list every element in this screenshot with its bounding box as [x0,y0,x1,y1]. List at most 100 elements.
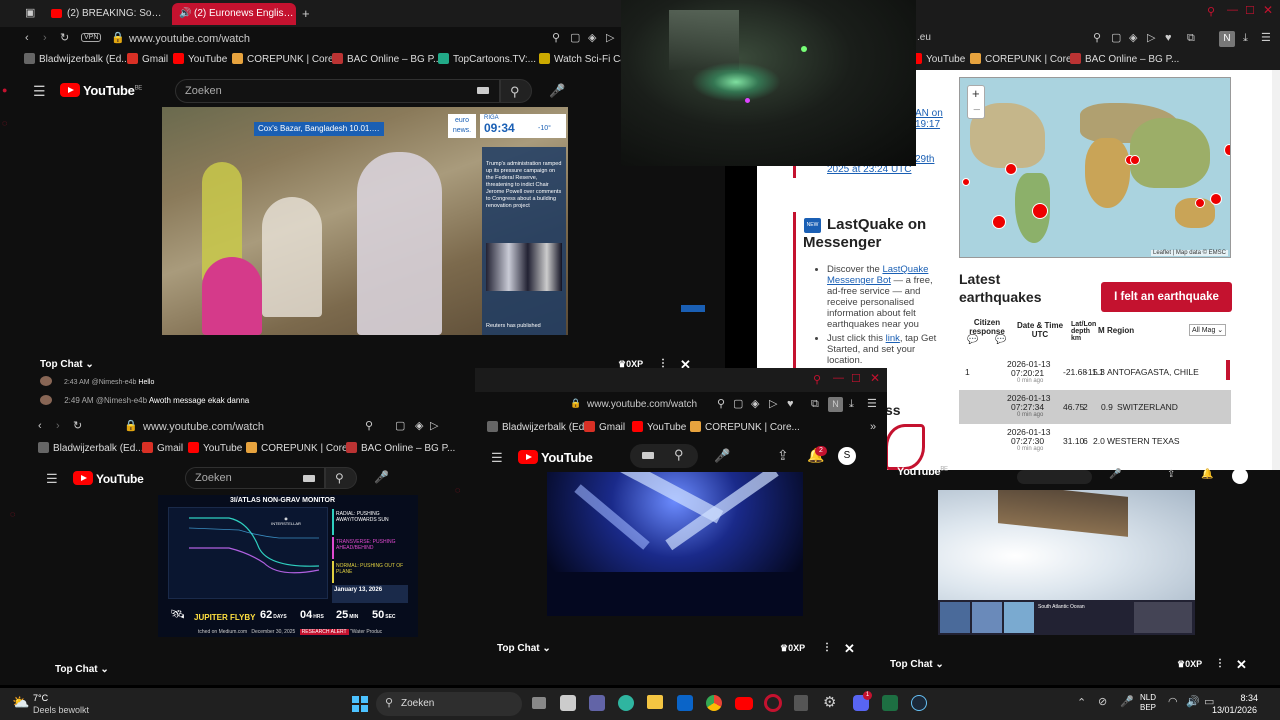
close-window-icon[interactable]: ✕ [870,371,880,385]
mic-icon[interactable]: 🎤 [1109,470,1121,480]
weather-temp[interactable]: 7°C [33,693,48,703]
edge-sidebar-icon[interactable]: ● [2,85,7,95]
quake-marker[interactable] [1195,198,1205,208]
search-icon[interactable]: ⚲ [813,373,821,386]
earthquake-map[interactable]: + − Leaflet | Map data © EMSC [959,77,1231,258]
messenger-link[interactable]: link [886,333,900,344]
minimize-icon[interactable]: — [833,372,844,384]
youtube-app-icon[interactable] [735,697,753,710]
tab-euronews[interactable]: 🔊 (2) Euronews English L [172,3,296,25]
floating-video[interactable] [621,0,916,166]
back-icon[interactable]: ‹ [38,421,42,432]
more-icon[interactable]: ⋮ [822,642,832,653]
reload-icon[interactable]: ↻ [73,421,82,432]
bookmark-bac[interactable]: BAC Online – BG P... [332,52,441,68]
bookmark-youtube[interactable]: YouTube [632,420,686,436]
video-player[interactable] [547,472,803,616]
edge-sidebar-icon[interactable]: ◌ [2,118,7,128]
search-button[interactable]: ⚲ [500,79,532,103]
video-player[interactable]: Cox's Bazar, Bangladesh 10.01.2026 euro … [162,107,568,335]
forward-icon[interactable]: › [56,421,60,432]
play-icon[interactable]: ▷ [606,33,614,44]
bookmark-youtube[interactable]: YouTube [173,52,227,68]
bookmark-bac[interactable]: BAC Online – BG P... [346,441,455,457]
extensions-icon[interactable]: ⧉ [811,399,819,410]
zoom-in-icon[interactable]: + [972,86,980,101]
task-view-icon[interactable] [532,697,546,709]
window-icon[interactable]: ▣ [25,8,35,19]
close-window-icon[interactable]: ✕ [1263,3,1273,17]
back-icon[interactable]: ‹ [25,33,29,44]
bookmark-corepunk[interactable]: COREPUNK | Core... [232,52,342,68]
bookmark-youtube[interactable]: YouTube [911,52,965,68]
quake-row[interactable]: 2026-01-13 07:27:34 0 min ago 46.75 2 0.… [959,390,1231,424]
calculator-icon[interactable] [794,695,808,711]
shield-icon[interactable]: ◈ [588,33,596,44]
download-icon[interactable]: ⤓ [849,399,854,410]
pin-icon[interactable]: ⚲ [717,399,725,410]
shield-icon[interactable]: ◈ [415,421,423,432]
pin-icon[interactable]: ⚲ [1093,33,1101,44]
weather-desc[interactable]: Deels bewolkt [33,705,89,715]
url-text[interactable]: www.youtube.com/watch [143,421,264,433]
bookmark-corepunk[interactable]: COREPUNK | Core... [970,52,1080,68]
vpn-badge[interactable]: VPN [81,33,102,42]
partial-link[interactable]: AN on [915,108,943,119]
menu-icon[interactable]: ☰ [1261,33,1271,44]
heart-icon[interactable]: ♥ [787,399,794,410]
screenshot-icon[interactable]: ▢ [395,421,405,432]
reload-icon[interactable]: ↻ [60,33,69,44]
quake-row[interactable]: 2026-01-13 07:27:30 0 min ago 31.10 6 2.… [959,424,1231,458]
store-icon[interactable] [560,695,576,711]
volume-icon[interactable]: 🔊 [1186,697,1200,708]
partial-link[interactable]: 19:17 [915,119,940,130]
close-chat-icon[interactable]: ✕ [844,641,855,657]
xp-badge[interactable]: ♛0XP [780,643,805,654]
shield-icon[interactable]: ◈ [1129,33,1137,44]
edge-icon[interactable] [618,695,634,711]
scroll-track[interactable] [1272,70,1280,470]
top-chat-selector[interactable]: Top Chat ⌄ [55,664,109,675]
more-icon[interactable]: ⋮ [1215,658,1225,669]
opera-gx-icon[interactable] [764,694,782,712]
new-tab-icon[interactable]: + [302,7,310,20]
top-chat-selector[interactable]: Top Chat ⌄ [40,359,94,370]
quake-marker[interactable] [992,215,1006,229]
wifi-icon[interactable]: ◠ [1168,697,1178,708]
folder-icon[interactable] [647,695,663,709]
pin-icon[interactable]: ⚲ [552,33,560,44]
settings-icon[interactable]: ⚙ [823,693,836,711]
share-icon[interactable]: ⇪ [1167,470,1175,480]
keyboard-icon[interactable] [477,87,489,94]
play-icon[interactable]: ▷ [1147,33,1155,44]
edge-sidebar-icon[interactable]: ◌ [10,509,15,519]
windows-start-icon[interactable] [352,696,368,712]
outlook-icon[interactable] [677,695,693,711]
bookmark-folder[interactable]: Bladwijzerbalk (Ed... [24,52,130,68]
excel-icon[interactable] [882,695,898,711]
chrome-icon[interactable] [706,695,722,711]
quake-marker[interactable] [1130,155,1140,165]
edge-sidebar-icon[interactable]: ◌ [455,485,460,495]
video-player[interactable]: 3I/ATLAS NON-GRAV MONITOR ◉ INTERSTELLAR … [158,495,418,637]
bookmark-gmail[interactable]: Gmail [584,420,625,436]
quake-marker[interactable] [1224,144,1230,156]
maximize-icon[interactable]: ☐ [851,372,861,385]
tab-breaking[interactable]: (2) BREAKING: Something [45,3,167,25]
shield-icon[interactable]: ◈ [751,399,759,410]
menu-icon[interactable]: ☰ [491,451,503,464]
zoom-out-icon[interactable]: − [973,102,981,117]
search-input[interactable]: Zoeken [175,79,500,103]
quake-marker[interactable] [1005,163,1017,175]
search-icon[interactable]: ⚲ [674,448,684,461]
forward-icon[interactable]: › [43,33,47,44]
teams-icon[interactable] [589,695,605,711]
magnitude-filter[interactable]: All Mag ⌄ [1189,324,1227,336]
screenshot-icon[interactable]: ▢ [570,33,580,44]
share-icon[interactable]: ⇪ [777,448,789,462]
bookmark-folder[interactable]: Bladwijzerbalk (Ed... [38,441,144,457]
youtube-logo[interactable]: YouTubeBE [60,83,142,98]
bookmark-gmail[interactable]: Gmail [142,441,183,457]
avatar[interactable] [1232,468,1248,484]
pin-icon[interactable]: ⚲ [365,421,373,432]
